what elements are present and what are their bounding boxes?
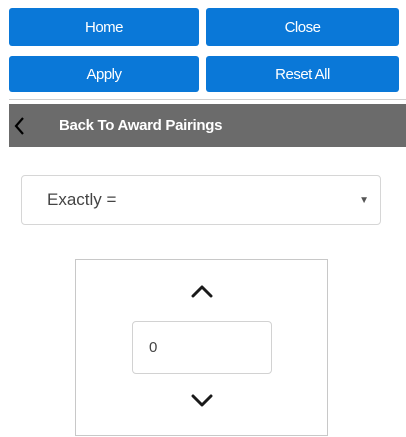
- reset-all-button[interactable]: Reset All: [206, 56, 399, 92]
- value-input[interactable]: [132, 321, 272, 374]
- value-spinner-panel: [75, 259, 328, 436]
- apply-button[interactable]: Apply: [9, 56, 199, 92]
- back-label: Back To Award Pairings: [59, 117, 223, 134]
- operator-select[interactable]: Exactly = ▼: [21, 175, 381, 225]
- chevron-left-icon: [9, 104, 31, 147]
- operator-select-value: Exactly =: [47, 190, 117, 209]
- close-button[interactable]: Close: [206, 8, 399, 46]
- home-button[interactable]: Home: [9, 8, 199, 46]
- caret-down-icon: ▼: [359, 194, 369, 206]
- back-to-award-pairings-bar[interactable]: Back To Award Pairings: [9, 104, 406, 147]
- chevron-down-icon[interactable]: [188, 390, 216, 412]
- divider: [9, 99, 406, 100]
- chevron-up-icon[interactable]: [188, 280, 216, 302]
